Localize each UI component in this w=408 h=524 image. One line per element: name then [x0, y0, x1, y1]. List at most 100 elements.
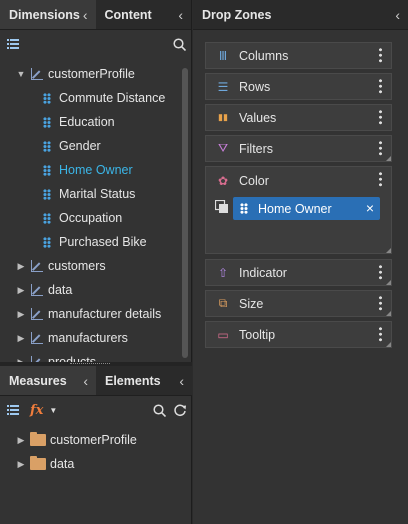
drop-zone-size[interactable]: ⧉ Size — [205, 290, 392, 317]
drop-zone-tooltip[interactable]: ▭ Tooltip — [205, 321, 392, 348]
tree-leaf-purchased-bike[interactable]: Purchased Bike — [0, 230, 182, 254]
drop-zone-label: Rows — [239, 79, 271, 94]
drop-zones-panel: Drop Zones ‹ Ⅲ Columns ☰ Rows ▮▮ Values … — [193, 0, 408, 524]
attribute-icon — [43, 236, 51, 248]
tree-node-label: data — [48, 283, 73, 297]
refresh-icon[interactable] — [173, 403, 187, 417]
splitter-grip — [70, 363, 110, 365]
collapsed-arrow-icon[interactable]: ▶ — [16, 459, 26, 470]
kebab-menu-icon[interactable] — [379, 47, 382, 63]
tree-leaf-home-owner[interactable]: Home Owner — [0, 158, 182, 182]
tree-leaf-education[interactable]: Education — [0, 110, 182, 134]
kebab-menu-icon[interactable] — [379, 109, 382, 125]
dimension-icon — [31, 260, 43, 272]
indicator-icon: ⇧ — [217, 265, 229, 280]
resize-corner-icon — [386, 311, 391, 316]
drop-zone-label: Indicator — [239, 265, 287, 280]
collapsed-arrow-icon[interactable]: ▶ — [16, 309, 26, 320]
expanded-arrow-icon[interactable]: ▼ — [16, 69, 26, 79]
tree-node-data[interactable]: ▶ data — [0, 278, 182, 302]
color-palette-icon: ✿ — [217, 174, 229, 188]
tree-leaf-gender[interactable]: Gender — [0, 134, 182, 158]
tree-node-label: customers — [48, 259, 106, 273]
tree-node-label: data — [50, 457, 75, 471]
remove-chip-icon[interactable]: × — [366, 200, 374, 216]
list-view-icon[interactable] — [7, 39, 19, 49]
dimension-icon — [31, 68, 43, 80]
tree-node-customerprofile[interactable]: ▼ customerProfile — [0, 62, 182, 86]
collapsed-arrow-icon[interactable]: ▶ — [16, 285, 26, 296]
collapse-drop-zones-icon[interactable]: ‹ — [395, 7, 400, 23]
tab-elements[interactable]: Elements ‹ — [96, 366, 192, 395]
drop-zones-title: Drop Zones — [202, 7, 272, 22]
collapsed-arrow-icon[interactable]: ▶ — [16, 261, 26, 272]
rows-icon: ☰ — [217, 79, 229, 94]
collapsed-arrow-icon[interactable]: ▶ — [16, 435, 26, 446]
tree-leaf-label: Gender — [59, 139, 101, 153]
formula-fx-icon[interactable]: fx — [30, 403, 43, 418]
kebab-menu-icon[interactable] — [379, 171, 382, 187]
folder-icon — [30, 456, 46, 470]
copy-color-icon[interactable] — [215, 200, 229, 214]
tab-content-label: Content — [104, 7, 152, 22]
dimensions-tree: ▼ customerProfile Commute Distance Educa… — [0, 62, 182, 362]
tree-node-manufacturers[interactable]: ▶ manufacturers — [0, 326, 182, 350]
tree-leaf-label: Purchased Bike — [59, 235, 147, 249]
kebab-menu-icon[interactable] — [379, 295, 382, 311]
drop-zone-label: Filters — [239, 141, 274, 156]
tree-node-manufacturer-details[interactable]: ▶ manufacturer details — [0, 302, 182, 326]
tree-leaf-occupation[interactable]: Occupation — [0, 206, 182, 230]
list-view-icon[interactable] — [7, 405, 19, 415]
tree-node-measures-customerprofile[interactable]: ▶ customerProfile — [0, 428, 182, 452]
collapse-measures-icon[interactable]: ‹ — [83, 373, 88, 389]
tab-content[interactable]: Content ‹ — [96, 0, 192, 29]
drop-zone-values[interactable]: ▮▮ Values — [205, 104, 392, 131]
attribute-icon — [43, 92, 51, 104]
tree-node-measures-data[interactable]: ▶ data — [0, 452, 182, 476]
attribute-icon — [43, 140, 51, 152]
attribute-icon — [43, 116, 51, 128]
tooltip-icon: ▭ — [217, 327, 229, 342]
measures-toolbar: fx ▼ — [0, 396, 192, 424]
kebab-menu-icon[interactable] — [379, 326, 382, 342]
attribute-icon — [240, 203, 248, 214]
drop-zone-label: Columns — [239, 48, 289, 63]
drop-zone-rows[interactable]: ☰ Rows — [205, 73, 392, 100]
dimensions-toolbar — [0, 30, 191, 58]
collapse-dimensions-icon[interactable]: ‹ — [83, 7, 88, 23]
color-chip-home-owner[interactable]: Home Owner × — [233, 197, 380, 220]
drop-zone-filters[interactable]: ⛛ Filters — [205, 135, 392, 162]
tree-leaf-label: Commute Distance — [59, 91, 166, 105]
drop-zone-indicator[interactable]: ⇧ Indicator — [205, 259, 392, 286]
collapse-elements-icon[interactable]: ‹ — [179, 373, 184, 389]
tree-node-label: manufacturers — [48, 331, 128, 345]
left-panel: Dimensions ‹ Content ‹ ▼ customerProfile… — [0, 0, 192, 524]
tab-dimensions[interactable]: Dimensions ‹ — [0, 0, 96, 29]
kebab-menu-icon[interactable] — [379, 140, 382, 156]
measures-tree: ▶ customerProfile ▶ data — [0, 428, 182, 488]
dimensions-tabbar: Dimensions ‹ Content ‹ — [0, 0, 191, 30]
tree-node-products[interactable]: ▶ products — [0, 350, 182, 362]
collapse-content-icon[interactable]: ‹ — [178, 7, 183, 23]
tree-leaf-label: Occupation — [59, 211, 123, 225]
resize-corner-icon — [386, 280, 391, 285]
dimensions-scrollbar[interactable] — [182, 68, 188, 358]
collapsed-arrow-icon[interactable]: ▶ — [16, 333, 26, 344]
attribute-icon — [43, 212, 51, 224]
search-icon[interactable] — [173, 38, 186, 51]
tree-leaf-marital-status[interactable]: Marital Status — [0, 182, 182, 206]
kebab-menu-icon[interactable] — [379, 78, 382, 94]
drop-zone-columns[interactable]: Ⅲ Columns — [205, 42, 392, 69]
tab-dimensions-label: Dimensions — [9, 7, 80, 22]
tree-node-customers[interactable]: ▶ customers — [0, 254, 182, 278]
fx-dropdown-arrow-icon[interactable]: ▼ — [49, 406, 57, 415]
dimension-icon — [31, 284, 43, 296]
tree-node-label: manufacturer details — [48, 307, 162, 321]
tree-leaf-commute-distance[interactable]: Commute Distance — [0, 86, 182, 110]
drop-zone-label: Size — [239, 296, 264, 311]
tree-node-label: customerProfile — [50, 433, 137, 447]
kebab-menu-icon[interactable] — [379, 264, 382, 280]
tab-measures-label: Measures — [9, 373, 67, 388]
search-icon[interactable] — [153, 404, 166, 417]
tab-measures[interactable]: Measures ‹ — [0, 366, 96, 395]
